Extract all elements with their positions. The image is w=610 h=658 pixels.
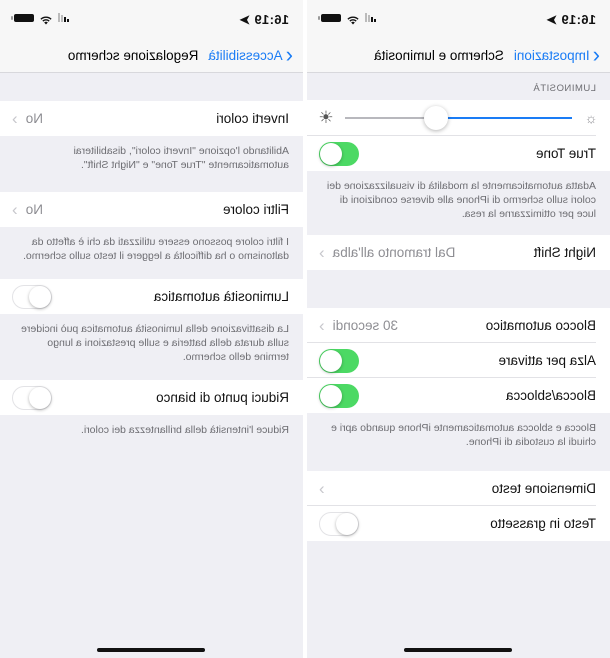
chevron-right-icon: › bbox=[319, 315, 325, 335]
page-title: Schermo e luminosità bbox=[374, 47, 504, 63]
chevron-right-icon: › bbox=[12, 108, 18, 128]
nav-bar: ‹ Impostazioni Schermo e luminosità bbox=[307, 38, 610, 73]
sun-large-icon: ☀ bbox=[318, 108, 334, 127]
lock-unlock-label: Blocca/sblocca bbox=[505, 388, 596, 403]
color-filters-value: No bbox=[25, 202, 43, 217]
bold-text-label: Testo in grassetto bbox=[490, 516, 596, 531]
invert-colors-footer: Abilitando l'opzione "Inverti colori", d… bbox=[0, 136, 303, 192]
brightness-thumb[interactable] bbox=[423, 106, 448, 130]
reduce-white-point-footer: Riduce l'intensità della brillantezza de… bbox=[0, 415, 303, 445]
brightness-slider-row: ☼ ☀ bbox=[307, 100, 610, 136]
reduce-white-point-row: Riduci punto di bianco bbox=[0, 380, 303, 415]
auto-brightness-row: Luminosità automatica bbox=[0, 279, 303, 314]
auto-lock-row[interactable]: Blocco automatico 30 secondi › bbox=[307, 308, 610, 343]
battery-icon bbox=[321, 13, 341, 22]
auto-brightness-label: Luminosità automatica bbox=[153, 289, 289, 304]
brightness-fill bbox=[435, 117, 572, 119]
chevron-right-icon: › bbox=[319, 478, 325, 498]
location-arrow-icon: ➤ bbox=[239, 12, 251, 27]
night-shift-value: Dal tramonto all'alba bbox=[332, 245, 456, 260]
true-tone-label: True Tone bbox=[535, 146, 596, 161]
raise-to-wake-label: Alza per attivare bbox=[498, 353, 596, 368]
location-arrow-icon: ➤ bbox=[546, 12, 558, 27]
color-filters-row[interactable]: Filtri colore No › bbox=[0, 192, 303, 227]
night-shift-label: Night Shift bbox=[533, 245, 596, 260]
home-indicator[interactable] bbox=[97, 648, 206, 652]
nav-bar: ‹ Accessibilità Regolazione schermo bbox=[0, 38, 303, 73]
back-button[interactable]: Accessibilità bbox=[208, 48, 282, 63]
chevron-right-icon: › bbox=[319, 242, 325, 262]
display-accommodations-panel: 16:19 ➤ ‹ Accessibilità Regolazione sche… bbox=[0, 0, 303, 658]
wifi-icon bbox=[347, 13, 359, 25]
auto-brightness-toggle[interactable] bbox=[12, 284, 52, 309]
back-chevron-icon[interactable]: ‹ bbox=[593, 42, 600, 67]
invert-colors-label: Inverti colori bbox=[216, 111, 289, 126]
lock-unlock-footer: Blocca e sblocca automaticamente iPhone … bbox=[307, 413, 610, 471]
section-gap bbox=[307, 270, 610, 308]
mirrored-screenshot: 16:19 ➤ ‹ Impostazioni Schermo e luminos… bbox=[0, 0, 610, 658]
true-tone-footer: Adatta automaticamente la modalità di vi… bbox=[307, 171, 610, 235]
invert-colors-value: No bbox=[25, 111, 43, 126]
status-bar: 16:19 ➤ bbox=[0, 0, 303, 38]
auto-lock-value: 30 secondi bbox=[332, 318, 398, 333]
chevron-right-icon: › bbox=[12, 199, 18, 219]
invert-colors-row[interactable]: Inverti colori No › bbox=[0, 101, 303, 136]
raise-to-wake-toggle[interactable] bbox=[319, 348, 359, 373]
sun-small-icon: ☼ bbox=[584, 110, 598, 126]
brightness-slider[interactable] bbox=[345, 106, 572, 130]
reduce-white-point-label: Riduci punto di bianco bbox=[156, 390, 289, 405]
auto-lock-label: Blocco automatico bbox=[485, 318, 596, 333]
display-brightness-panel: 16:19 ➤ ‹ Impostazioni Schermo e luminos… bbox=[307, 0, 610, 658]
true-tone-toggle[interactable] bbox=[319, 141, 359, 166]
bold-text-toggle[interactable] bbox=[319, 511, 359, 536]
page-title: Regolazione schermo bbox=[67, 47, 199, 63]
signal-icon bbox=[365, 13, 376, 22]
color-filters-footer: I filtri colore possono essere utilizzat… bbox=[0, 227, 303, 279]
status-time: 16:19 ➤ bbox=[239, 12, 289, 27]
status-bar: 16:19 ➤ bbox=[307, 0, 610, 38]
lock-unlock-row: Blocca/sblocca bbox=[307, 378, 610, 413]
reduce-white-point-toggle[interactable] bbox=[12, 385, 52, 410]
true-tone-row: True Tone bbox=[307, 136, 610, 171]
raise-to-wake-row: Alza per attivare bbox=[307, 343, 610, 378]
text-size-label: Dimensione testo bbox=[491, 481, 596, 496]
home-indicator[interactable] bbox=[404, 648, 513, 652]
panel-divider bbox=[303, 0, 307, 658]
wifi-icon bbox=[40, 13, 52, 25]
status-time: 16:19 ➤ bbox=[546, 12, 596, 27]
section-gap bbox=[0, 73, 303, 101]
signal-icon bbox=[58, 13, 69, 22]
text-size-row[interactable]: Dimensione testo › bbox=[307, 471, 610, 506]
battery-icon bbox=[14, 13, 34, 22]
auto-brightness-footer: La disattivazione della luminosità autom… bbox=[0, 314, 303, 380]
bold-text-row: Testo in grassetto bbox=[307, 506, 610, 541]
back-button[interactable]: Impostazioni bbox=[514, 48, 590, 63]
lock-unlock-toggle[interactable] bbox=[319, 383, 359, 408]
section-header-brightness: LUMINOSITÀ bbox=[532, 83, 596, 94]
night-shift-row[interactable]: Night Shift Dal tramonto all'alba › bbox=[307, 235, 610, 270]
back-chevron-icon[interactable]: ‹ bbox=[286, 42, 293, 67]
color-filters-label: Filtri colore bbox=[222, 202, 289, 217]
